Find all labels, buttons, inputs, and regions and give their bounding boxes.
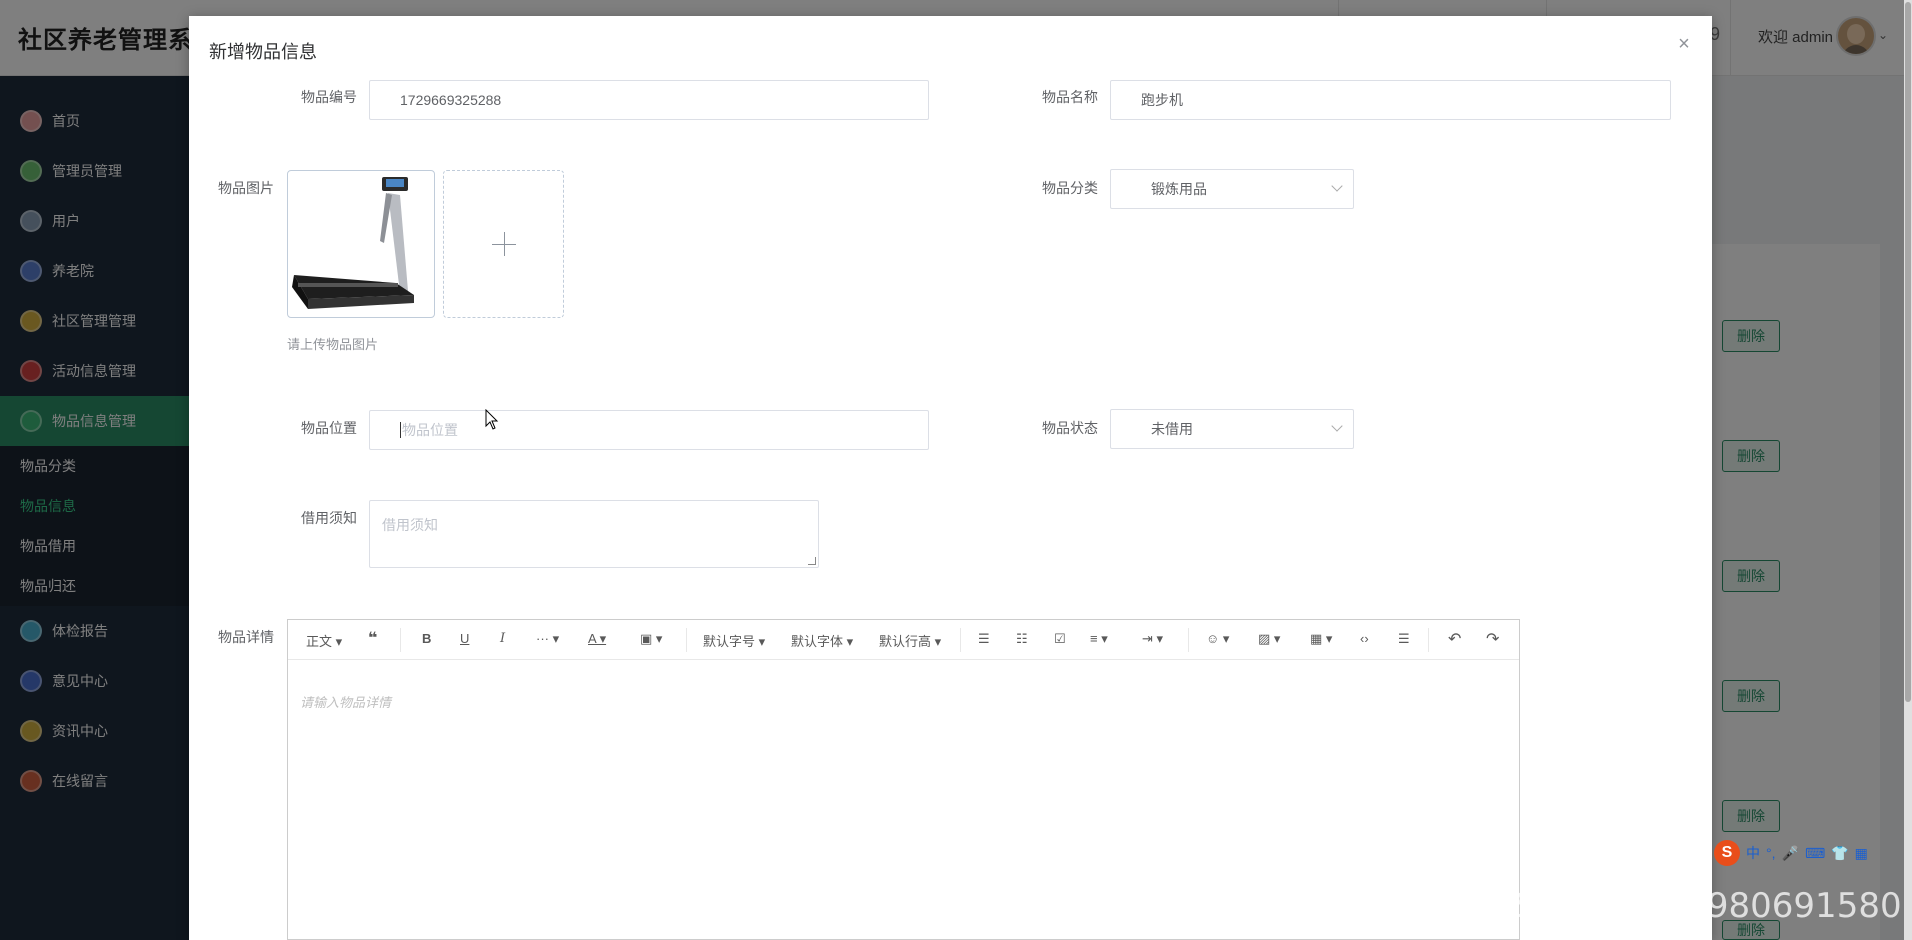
- quote-icon[interactable]: ❝: [368, 628, 377, 648]
- toolbar-divider: [400, 628, 401, 652]
- name-label: 物品名称: [1042, 89, 1098, 105]
- undo-icon[interactable]: ↶: [1448, 629, 1461, 649]
- line-height-select[interactable]: 默认行高 ▾: [879, 631, 941, 650]
- line-height-label: 默认行高: [879, 634, 932, 649]
- apps-icon[interactable]: ▦: [1855, 845, 1868, 862]
- keyboard-icon[interactable]: ⌨: [1805, 845, 1825, 862]
- status-value: 未借用: [1151, 421, 1193, 437]
- indent-icon[interactable]: ⇥ ▾: [1142, 631, 1163, 647]
- scrollbar-thumb[interactable]: [1905, 2, 1911, 702]
- rich-text-editor[interactable]: 正文 ▾ ❝ B U I ··· ▾ A ▾ ▣ ▾ 默认字号 ▾ 默认字体 ▾…: [287, 619, 1520, 940]
- bullet-list-icon[interactable]: ☰: [978, 631, 990, 647]
- microphone-icon[interactable]: 🎤: [1782, 845, 1799, 862]
- divider-line-icon[interactable]: ☰: [1398, 631, 1410, 647]
- font-size-select[interactable]: 默认字号 ▾: [703, 631, 765, 650]
- font-color-icon[interactable]: A ▾: [588, 631, 606, 647]
- align-icon[interactable]: ≡ ▾: [1090, 631, 1108, 647]
- goods-image-thumbnail[interactable]: [287, 170, 435, 318]
- numbered-list-icon[interactable]: ☷: [1016, 631, 1028, 647]
- editor-placeholder: 请输入物品详情: [300, 695, 392, 710]
- skin-icon[interactable]: 👕: [1831, 845, 1848, 862]
- mouse-pointer-icon: [485, 409, 499, 430]
- table-icon[interactable]: ▦ ▾: [1310, 631, 1332, 647]
- font-family-select[interactable]: 默认字体 ▾: [791, 631, 853, 650]
- name-input[interactable]: 跑步机: [1110, 80, 1671, 120]
- category-label: 物品分类: [1042, 180, 1098, 196]
- code-label: 物品编号: [301, 89, 357, 105]
- notice-placeholder: 借用须知: [382, 517, 438, 533]
- category-value: 锻炼用品: [1151, 181, 1207, 197]
- chevron-down-icon: [1331, 180, 1343, 192]
- status-label: 物品状态: [1042, 420, 1098, 436]
- status-select[interactable]: 未借用: [1110, 409, 1354, 449]
- image-hint: 请上传物品图片: [287, 337, 379, 352]
- close-icon[interactable]: ×: [1674, 34, 1694, 54]
- redo-icon[interactable]: ↷: [1486, 629, 1499, 649]
- category-select[interactable]: 锻炼用品: [1110, 169, 1354, 209]
- chevron-down-icon: [1331, 420, 1343, 432]
- text-caret: [400, 422, 401, 438]
- toolbar-divider: [1428, 628, 1429, 652]
- ime-mode[interactable]: 中: [1746, 843, 1760, 863]
- image-label: 物品图片: [218, 180, 274, 196]
- notice-label: 借用须知: [301, 510, 357, 526]
- ime-toolbar[interactable]: S 中 °, 🎤 ⌨ 👕 ▦: [1714, 838, 1912, 868]
- paragraph-select[interactable]: 正文 ▾: [306, 631, 342, 650]
- detail-label: 物品详情: [218, 629, 274, 645]
- image-upload-button[interactable]: [443, 170, 564, 318]
- font-size-label: 默认字号: [703, 634, 756, 649]
- notice-textarea[interactable]: 借用须知: [369, 500, 819, 568]
- bold-icon[interactable]: B: [422, 631, 431, 646]
- italic-icon[interactable]: I: [500, 631, 505, 646]
- code-icon[interactable]: ‹›: [1360, 631, 1369, 646]
- todo-icon[interactable]: ☑: [1054, 631, 1066, 647]
- location-input[interactable]: 物品位置: [369, 410, 929, 450]
- toolbar-divider: [686, 628, 687, 652]
- toolbar-divider: [1188, 628, 1189, 652]
- underline-icon[interactable]: U: [460, 631, 469, 646]
- toolbar-divider: [960, 628, 961, 652]
- punctuation-icon[interactable]: °,: [1766, 845, 1776, 861]
- sogou-ime-icon[interactable]: S: [1714, 840, 1740, 866]
- watermark: CSDN @QQ1980691580: [1490, 886, 1902, 926]
- location-placeholder: 物品位置: [402, 422, 458, 438]
- background-color-icon[interactable]: ▣ ▾: [640, 631, 662, 647]
- emoji-icon[interactable]: ☺ ▾: [1206, 631, 1229, 647]
- image-insert-icon[interactable]: ▨ ▾: [1258, 631, 1280, 647]
- location-label: 物品位置: [301, 420, 357, 436]
- more-icon[interactable]: ··· ▾: [536, 631, 559, 647]
- dialog-title: 新增物品信息: [209, 42, 317, 62]
- code-input[interactable]: 1729669325288: [369, 80, 929, 120]
- paragraph-select-label: 正文: [306, 634, 333, 649]
- resize-handle[interactable]: [808, 557, 816, 565]
- font-family-label: 默认字体: [791, 634, 844, 649]
- treadmill-image: [292, 177, 414, 309]
- plus-icon: [504, 232, 505, 256]
- editor-toolbar: 正文 ▾ ❝ B U I ··· ▾ A ▾ ▣ ▾ 默认字号 ▾ 默认字体 ▾…: [288, 620, 1519, 660]
